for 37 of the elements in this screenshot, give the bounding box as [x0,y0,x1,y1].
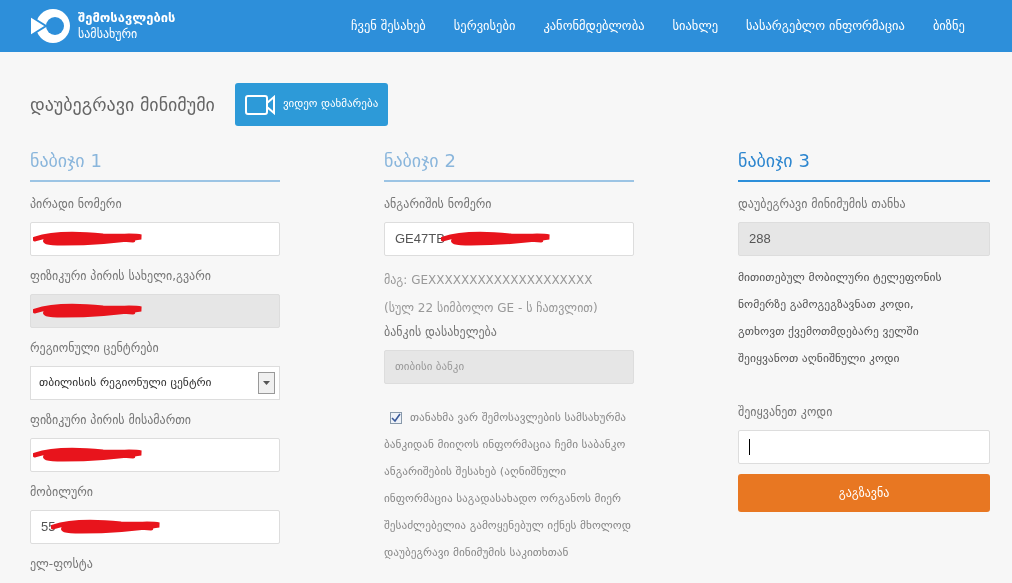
consent-text: თანახმა ვარ შემოსავლების სამსახურმა ბანკიდან მიიღოს ინფორმაცია ჩემი საბანკო ანგარიშების შესახებ (აღნიშნული ინფორმაცია საგადასახადო ორგანოს მიერ შესაძლებელია გამოყენებულ იქნეს მხოლოდ დაუბეგრავი მინიმუმის საკითხთან [384,410,632,561]
nav-link[interactable]: ბიზნე [932,16,965,36]
hint-text: (სულ 22 სიმბოლო GE - ს ჩათვლით) [384,300,599,317]
field-label: პირადი ნომერი [30,196,123,213]
dropdown[interactable]: თბილისის რეგიონული ცენტრი [30,366,280,400]
text-cursor [749,439,750,455]
video-camera-icon [244,94,275,115]
send-button[interactable]: გაგზავნა [738,474,990,512]
page-title: დაუბეგრავი მინიმუმი [30,93,215,117]
logo-subtitle: სამსახური [78,26,139,42]
step-heading: ნაბიჯი 2 [384,148,634,182]
field-label: ელ-ფოსტა [30,556,94,573]
video-help-button[interactable]: ვიდეო დახმარება [234,83,389,126]
input-field[interactable] [30,222,280,256]
input-field[interactable] [738,430,990,464]
field-label: ბანკის დასახელება [384,324,498,341]
logo-icon [28,6,72,46]
nav-link[interactable]: კანონმდებლობა [543,16,645,36]
field-label: ანგარიშის ნომერი [384,196,493,213]
logo-title: შემოსავლების [78,10,176,26]
nav-link[interactable]: სასარგებლო ინფორმაცია [746,16,905,36]
hint-text: მაგ: GEXXXXXXXXXXXXXXXXXXXX [384,272,594,289]
step-heading: ნაბიჯი 3 [738,148,990,182]
field-label: შეიყვანეთ კოდი [738,404,834,421]
input-field[interactable]: GE47TB [384,222,634,256]
step-heading: ნაბიჯი 1 [30,148,280,182]
nav-link[interactable]: ჩვენ შესახებ [351,16,426,36]
consent-checkbox[interactable] [390,412,402,424]
field-label: ფიზიკური პირის სახელი,გვარი [30,268,212,285]
field-label: მობილური [30,484,94,501]
field-label: ფიზიკური პირის მისამართი [30,412,193,429]
field-label: დაუბეგრავი მინიმუმის თანხა [738,196,907,213]
field-label: რეგიონული ცენტრები [30,340,160,357]
nav-link[interactable]: სიახლე [672,16,719,36]
input-field[interactable] [30,438,280,472]
info-text: მითითებულ მობილური ტელეფონის ნომერზე გამოგეგზავნათ კოდი, გთხოვთ ქვემოთმდებარე ველში შეიყვანოთ აღნიშნული კოდი [738,269,943,367]
nav-link[interactable]: სერვისები [453,16,516,36]
